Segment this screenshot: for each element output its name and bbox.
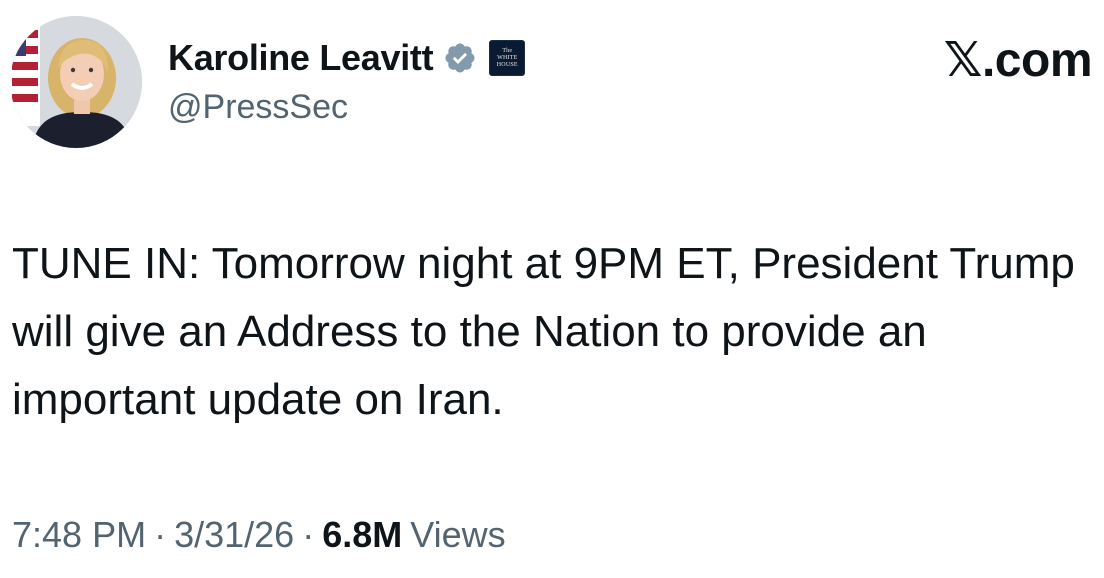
- tweet-time[interactable]: 7:48 PM: [12, 514, 146, 556]
- avatar-photo: [10, 16, 142, 148]
- handle[interactable]: @PressSec: [168, 88, 348, 127]
- tweet-date[interactable]: 3/31/26: [174, 514, 294, 556]
- views-label[interactable]: Views: [410, 514, 505, 556]
- affiliation-line-1: The: [502, 47, 513, 54]
- verified-badge-icon[interactable]: [443, 41, 477, 75]
- avatar[interactable]: [10, 16, 142, 148]
- meta-separator: ·: [302, 514, 315, 555]
- affiliation-line-3: HOUSE: [496, 61, 518, 68]
- display-name[interactable]: Karoline Leavitt: [168, 37, 434, 79]
- affiliation-line-2: WHITE: [497, 54, 518, 61]
- tweet-text: TUNE IN: Tomorrow night at 9PM ET, Presi…: [12, 239, 1075, 424]
- views-count[interactable]: 6.8M: [322, 514, 402, 556]
- meta-separator: ·: [154, 514, 167, 555]
- white-house-badge-icon[interactable]: The WHITE HOUSE: [489, 40, 526, 76]
- x-com-watermark: 𝕏.com: [943, 34, 1093, 87]
- tweet-meta: 7:48 PM · 3/31/26 · 6.8M Views: [12, 510, 506, 560]
- author-name-row: Karoline Leavitt The WHITE HOUSE: [168, 30, 526, 86]
